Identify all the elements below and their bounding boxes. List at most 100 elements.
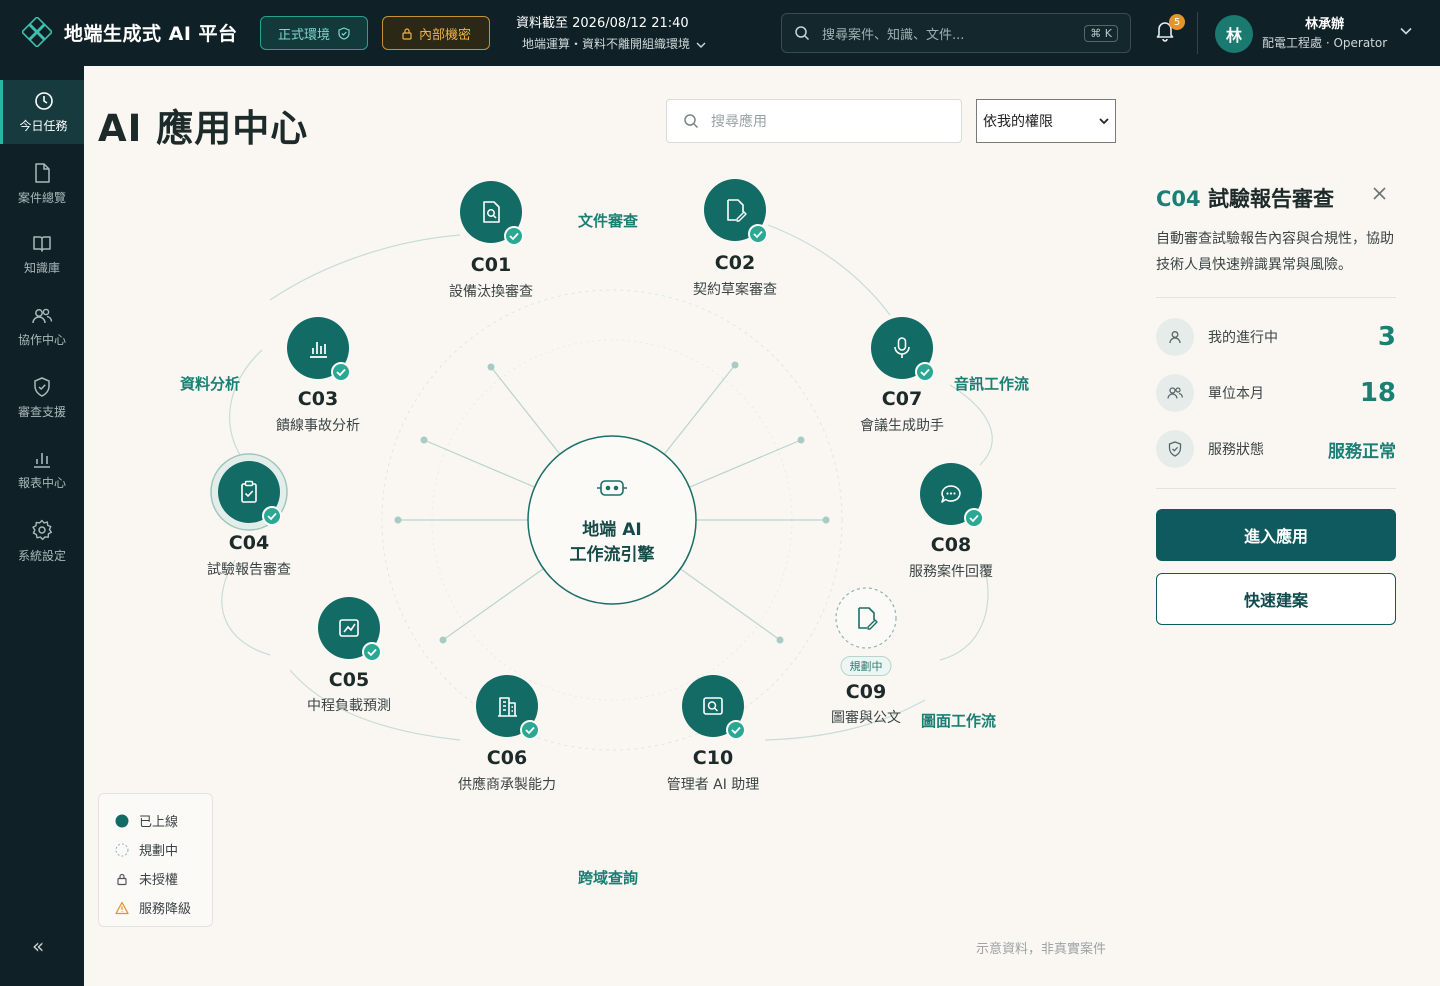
sidebar-item-reports[interactable]: 報表中心 — [0, 438, 84, 502]
app-code-c06[interactable]: C06 — [487, 747, 527, 769]
document-icon — [35, 162, 50, 183]
app-node-c07[interactable] — [871, 317, 935, 382]
data-timestamp: 資料截至 2026/08/12 21:40 — [516, 16, 689, 31]
detail-code: C04 — [1156, 187, 1201, 211]
app-name-c05[interactable]: 中程負載預測 — [307, 695, 391, 715]
logo-icon — [22, 17, 52, 47]
check-badge-icon — [331, 362, 351, 382]
check-badge-icon — [964, 508, 984, 528]
confidential-badge[interactable]: 內部機密 — [382, 16, 490, 50]
app-code-c08[interactable]: C08 — [931, 534, 971, 556]
app-node-c04[interactable] — [210, 453, 288, 531]
category-label-drawing-workflow: 圖面工作流 — [921, 712, 997, 730]
permission-filter-select[interactable]: 依我的權限 — [976, 99, 1116, 143]
app-name-c08[interactable]: 服務案件回覆 — [909, 561, 993, 581]
sidebar: 今日任務 案件總覽 知識庫 協作中心 審查支援 報表中心 系統設定 « — [0, 66, 84, 986]
connector-arc — [269, 234, 461, 301]
check-badge-icon — [520, 720, 540, 740]
quick-create-button[interactable]: 快速建案 — [1156, 573, 1396, 625]
app-node-c01[interactable] — [460, 181, 524, 246]
connector-arc — [939, 569, 989, 661]
sidebar-item-label: 協作中心 — [17, 332, 66, 347]
sidebar-collapse-button[interactable]: « — [32, 934, 44, 958]
notification-button[interactable]: 5 — [1155, 14, 1185, 42]
environment-badge[interactable]: 正式環境 — [260, 16, 368, 50]
spoke-dot — [394, 516, 402, 524]
app-name-c03[interactable]: 饋線事故分析 — [276, 415, 360, 435]
chevron-down-icon — [696, 42, 706, 48]
divider — [1156, 297, 1396, 298]
legend-label: 規劃中 — [139, 844, 179, 859]
spoke-dot — [797, 436, 805, 444]
spoke-dot — [776, 636, 784, 644]
brand[interactable]: 地端生成式 AI 平台 — [22, 17, 238, 47]
spoke-dot — [822, 516, 830, 524]
shield-check-icon — [34, 376, 50, 397]
app-node-c10[interactable] — [682, 675, 746, 740]
app-node-c03[interactable] — [287, 317, 351, 382]
app-name-c07[interactable]: 會議生成助手 — [860, 415, 944, 435]
detail-name: 試驗報告審查 — [1207, 187, 1334, 211]
clock-icon — [34, 91, 53, 110]
app-code-c10[interactable]: C10 — [693, 747, 733, 769]
stat-label: 單位本月 — [1208, 386, 1264, 402]
sidebar-item-cases[interactable]: 案件總覽 — [0, 152, 84, 216]
app-node-c02[interactable] — [704, 179, 768, 244]
sidebar-item-label: 審查支援 — [17, 404, 66, 419]
spoke-dot — [731, 361, 739, 369]
app-search-input[interactable]: 搜尋應用 — [711, 111, 767, 131]
legend-item-online: 已上線 — [115, 806, 212, 835]
sidebar-item-knowledge[interactable]: 知識庫 — [0, 223, 84, 287]
app-code-c02[interactable]: C02 — [715, 252, 755, 274]
global-search[interactable]: 搜尋案件、知識、文件... ⌘ K — [781, 13, 1131, 53]
divider — [1197, 12, 1198, 54]
app-name-c01[interactable]: 設備汰換審查 — [449, 281, 533, 301]
app-code-c07[interactable]: C07 — [882, 388, 922, 410]
app-name-c06[interactable]: 供應商承製能力 — [458, 774, 556, 794]
sidebar-item-settings[interactable]: 系統設定 — [0, 509, 84, 573]
chevron-down-icon — [1099, 118, 1109, 125]
check-badge-icon — [262, 506, 282, 526]
user-icon — [1156, 318, 1194, 356]
category-label-doc-review: 文件審查 — [578, 212, 639, 230]
sidebar-item-collab[interactable]: 協作中心 — [0, 295, 84, 359]
user-menu[interactable]: 林承辦 配電工程處 · Operator — [1262, 15, 1387, 53]
hub-line2: 工作流引擎 — [569, 545, 655, 565]
legend: 已上線 規劃中 未授權 服務降級 — [98, 793, 213, 927]
detail-title: C04 試驗報告審查 — [1156, 183, 1334, 213]
app-code-c01[interactable]: C01 — [471, 254, 511, 276]
notification-count: 5 — [1169, 14, 1185, 30]
app-code-c03[interactable]: C03 — [298, 388, 338, 410]
app-name-c02[interactable]: 契約草案審查 — [693, 279, 777, 299]
global-search-input[interactable]: 搜尋案件、知識、文件... — [822, 24, 1072, 43]
app-name-c10[interactable]: 管理者 AI 助理 — [667, 774, 760, 794]
brand-name: 地端生成式 AI 平台 — [64, 22, 238, 45]
category-label-cross-domain: 跨域查詢 — [578, 869, 639, 887]
avatar[interactable]: 林 — [1215, 15, 1253, 53]
category-label-audio-workflow: 音訊工作流 — [954, 375, 1030, 393]
app-search[interactable]: 搜尋應用 — [666, 99, 962, 143]
sidebar-item-today[interactable]: 今日任務 — [0, 80, 84, 144]
app-code-c05[interactable]: C05 — [329, 669, 369, 691]
app-name-c04[interactable]: 試驗報告審查 — [207, 559, 291, 579]
app-node-c09[interactable] — [835, 587, 897, 649]
data-info[interactable]: 資料截至 2026/08/12 21:40 地端運算・資料不離開組織環境 — [516, 13, 706, 55]
legend-item-unauthorized: 未授權 — [115, 864, 212, 893]
page-title: AI 應用中心 — [98, 107, 309, 150]
gear-icon — [32, 519, 53, 540]
check-badge-icon — [915, 362, 935, 382]
app-code-c09[interactable]: C09 — [846, 681, 886, 703]
app-code-c04[interactable]: C04 — [229, 532, 269, 554]
data-scope: 地端運算・資料不離開組織環境 — [522, 37, 691, 51]
stat-label: 我的進行中 — [1208, 330, 1278, 346]
sidebar-item-review[interactable]: 審查支援 — [0, 366, 84, 430]
app-node-c06[interactable] — [476, 675, 540, 740]
enter-app-button[interactable]: 進入應用 — [1156, 509, 1396, 561]
chevron-down-icon[interactable] — [1400, 27, 1412, 35]
app-name-c09[interactable]: 圖審與公文 — [831, 707, 901, 727]
legend-item-degraded: 服務降級 — [115, 893, 212, 922]
check-badge-icon — [504, 226, 524, 246]
app-node-c05[interactable] — [318, 597, 382, 662]
app-node-c08[interactable] — [920, 463, 984, 528]
close-icon[interactable] — [1372, 186, 1387, 201]
